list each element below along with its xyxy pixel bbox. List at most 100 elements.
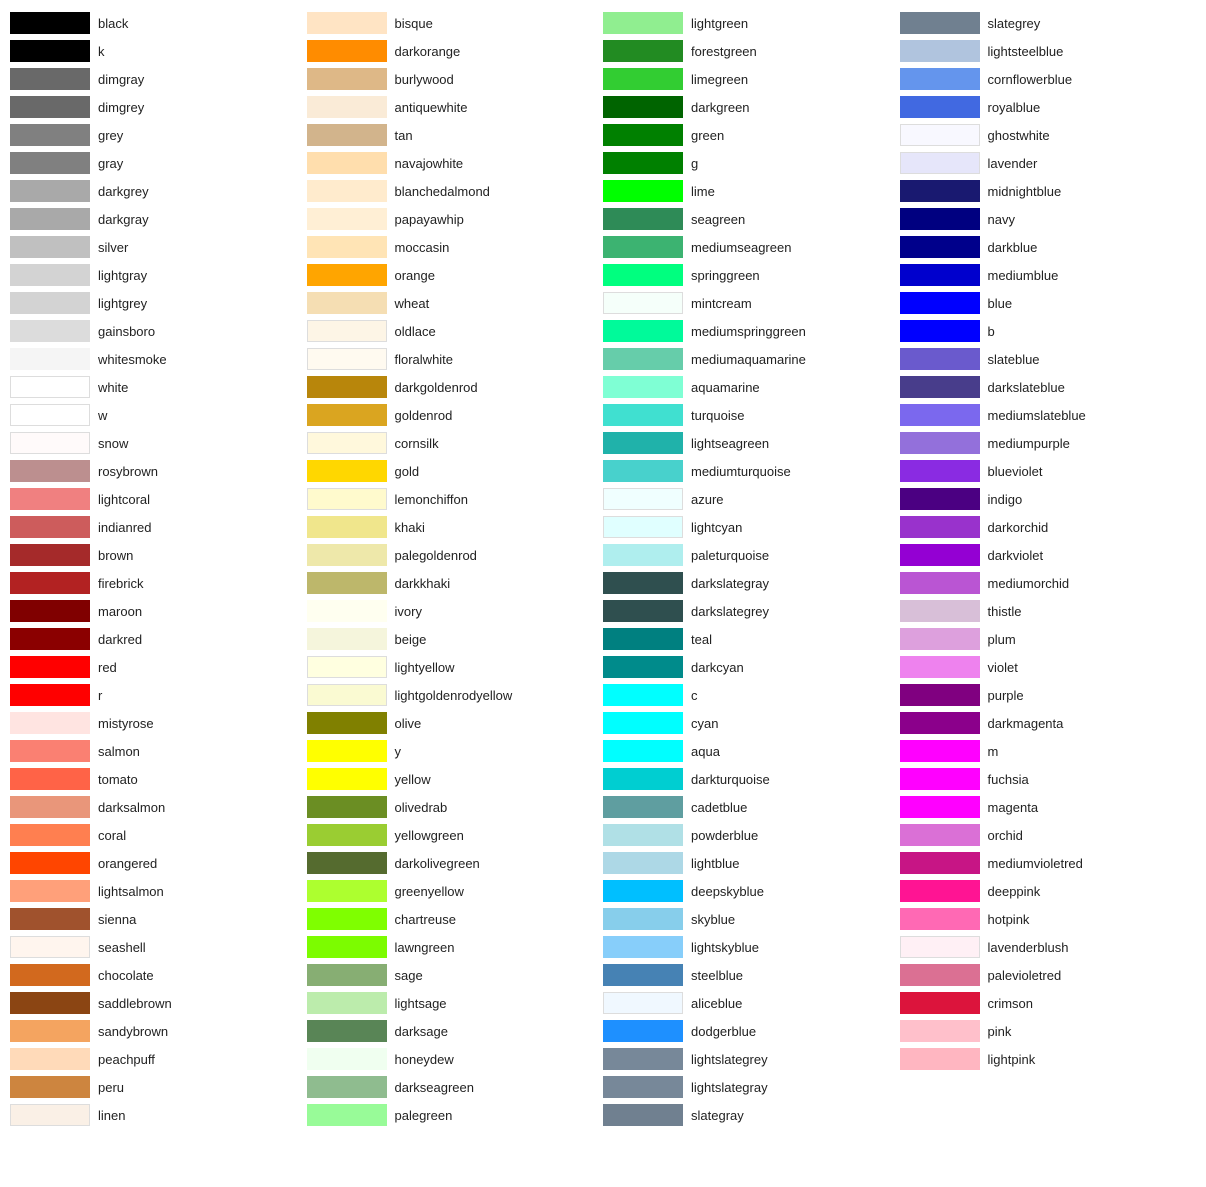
color-item: lightsteelblue (900, 38, 1197, 64)
color-swatch (900, 600, 980, 622)
color-swatch (307, 600, 387, 622)
color-swatch (10, 656, 90, 678)
color-label: olivedrab (395, 800, 448, 815)
color-item: m (900, 738, 1197, 764)
color-swatch (307, 180, 387, 202)
color-swatch (900, 320, 980, 342)
color-item: sandybrown (10, 1018, 307, 1044)
color-swatch (307, 852, 387, 874)
color-label: chartreuse (395, 912, 456, 927)
color-swatch (603, 908, 683, 930)
color-item: lightblue (603, 850, 900, 876)
color-swatch (10, 180, 90, 202)
color-item: teal (603, 626, 900, 652)
color-swatch (10, 320, 90, 342)
color-item: dimgrey (10, 94, 307, 120)
color-label: rosybrown (98, 464, 158, 479)
color-item: mediumseagreen (603, 234, 900, 260)
color-swatch (307, 68, 387, 90)
color-label: lightcoral (98, 492, 150, 507)
color-label: brown (98, 548, 133, 563)
color-swatch (10, 768, 90, 790)
color-label: w (98, 408, 107, 423)
color-label: darkorchid (988, 520, 1049, 535)
color-swatch (900, 264, 980, 286)
color-label: lightslategray (691, 1080, 768, 1095)
color-label: darkgoldenrod (395, 380, 478, 395)
color-item: fuchsia (900, 766, 1197, 792)
color-item: darkgoldenrod (307, 374, 604, 400)
color-swatch (603, 768, 683, 790)
color-swatch (10, 488, 90, 510)
color-swatch (900, 236, 980, 258)
color-item: k (10, 38, 307, 64)
color-item: plum (900, 626, 1197, 652)
color-label: whitesmoke (98, 352, 167, 367)
color-item: palevioletred (900, 962, 1197, 988)
color-item: b (900, 318, 1197, 344)
color-label: papayawhip (395, 212, 464, 227)
color-swatch (603, 992, 683, 1014)
color-item: beige (307, 626, 604, 652)
color-swatch (307, 264, 387, 286)
color-label: gold (395, 464, 420, 479)
color-item: lightslategray (603, 1074, 900, 1100)
color-item: mediumslateblue (900, 402, 1197, 428)
color-item: azure (603, 486, 900, 512)
color-item: lavenderblush (900, 934, 1197, 960)
color-item: brown (10, 542, 307, 568)
color-label: ivory (395, 604, 422, 619)
color-label: dodgerblue (691, 1024, 756, 1039)
color-swatch (307, 1104, 387, 1126)
color-label: lightyellow (395, 660, 455, 675)
color-label: wheat (395, 296, 430, 311)
color-item: aquamarine (603, 374, 900, 400)
color-item: mistyrose (10, 710, 307, 736)
color-label: pink (988, 1024, 1012, 1039)
color-item: wheat (307, 290, 604, 316)
color-swatch (307, 768, 387, 790)
color-swatch (603, 376, 683, 398)
color-item: papayawhip (307, 206, 604, 232)
color-label: indianred (98, 520, 152, 535)
color-swatch (307, 460, 387, 482)
color-label: mediumspringgreen (691, 324, 806, 339)
color-label: khaki (395, 520, 425, 535)
color-item: thistle (900, 598, 1197, 624)
color-item: dimgray (10, 66, 307, 92)
color-item: springgreen (603, 262, 900, 288)
color-label: darkslateblue (988, 380, 1065, 395)
color-swatch (603, 96, 683, 118)
color-item: g (603, 150, 900, 176)
color-item: burlywood (307, 66, 604, 92)
color-label: palevioletred (988, 968, 1062, 983)
color-item: lightgoldenrodyellow (307, 682, 604, 708)
color-item: cornsilk (307, 430, 604, 456)
color-swatch (10, 684, 90, 706)
color-label: seashell (98, 940, 146, 955)
color-swatch (603, 544, 683, 566)
color-swatch (900, 1076, 980, 1098)
color-label: purple (988, 688, 1024, 703)
color-item: mintcream (603, 290, 900, 316)
color-item: olive (307, 710, 604, 736)
color-label: grey (98, 128, 123, 143)
color-label: teal (691, 632, 712, 647)
color-item: red (10, 654, 307, 680)
color-swatch (900, 96, 980, 118)
color-item: antiquewhite (307, 94, 604, 120)
color-label: mintcream (691, 296, 752, 311)
color-swatch (900, 852, 980, 874)
color-label: midnightblue (988, 184, 1062, 199)
color-label: gray (98, 156, 123, 171)
color-item: darkorange (307, 38, 604, 64)
color-swatch (603, 936, 683, 958)
color-label: oldlace (395, 324, 436, 339)
color-swatch (603, 404, 683, 426)
color-label: coral (98, 828, 126, 843)
color-swatch (10, 628, 90, 650)
color-swatch (307, 516, 387, 538)
color-label: linen (98, 1108, 125, 1123)
color-item: crimson (900, 990, 1197, 1016)
color-label: darkseagreen (395, 1080, 475, 1095)
